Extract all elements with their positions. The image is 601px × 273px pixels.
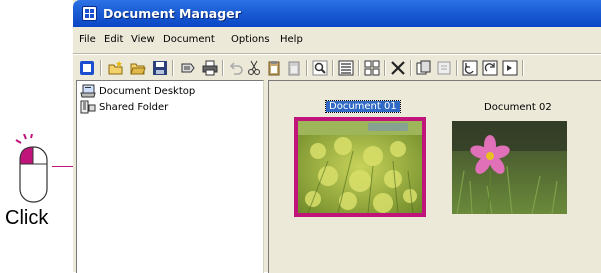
- pink-cosmos-flower-image: [452, 121, 567, 214]
- toolbar-separator: [522, 60, 524, 76]
- menu-options[interactable]: Options: [231, 34, 270, 45]
- search-icon[interactable]: [310, 58, 330, 78]
- toolbar-separator: [222, 60, 224, 76]
- copy-icon[interactable]: [264, 58, 284, 78]
- tree-item-document-desktop[interactable]: Document Desktop: [80, 83, 195, 99]
- list-view-icon[interactable]: [336, 58, 356, 78]
- toolbar-separator: [306, 60, 308, 76]
- paste-icon[interactable]: [284, 58, 304, 78]
- duplicate-icon[interactable]: [414, 58, 434, 78]
- shared-folder-icon: [80, 100, 96, 114]
- save-icon[interactable]: [150, 58, 170, 78]
- menu-bar: File Edit View Document Options Help: [73, 32, 601, 50]
- toolbar-separator: [410, 60, 412, 76]
- properties-icon[interactable]: [434, 58, 454, 78]
- click-annotation: Click: [5, 207, 49, 229]
- document-label-selected[interactable]: Document 01: [325, 100, 401, 113]
- menu-view[interactable]: View: [131, 34, 155, 45]
- app-icon-button[interactable]: [77, 58, 97, 78]
- toolbar: [73, 56, 601, 82]
- rotate-right-icon[interactable]: [480, 58, 500, 78]
- print-icon[interactable]: [200, 58, 220, 78]
- title-bar[interactable]: Document Manager: [73, 0, 601, 27]
- toolbar-separator: [100, 60, 102, 76]
- open-folder-icon[interactable]: [128, 58, 148, 78]
- menu-edit[interactable]: Edit: [104, 34, 123, 45]
- folder-tree: Document Desktop Shared Folder: [76, 80, 264, 273]
- toolbar-separator: [172, 60, 174, 76]
- menu-help[interactable]: Help: [280, 34, 303, 45]
- app-icon[interactable]: [82, 6, 97, 21]
- document-manager-window: Document Manager File Edit View Document…: [73, 0, 601, 273]
- toolbar-separator: [358, 60, 360, 76]
- export-icon[interactable]: [500, 58, 520, 78]
- menu-separator: [73, 53, 601, 55]
- toolbar-separator: [456, 60, 458, 76]
- thumbnail-view-icon[interactable]: [362, 58, 382, 78]
- mouse-click-icon: [15, 134, 48, 203]
- undo-icon[interactable]: [226, 58, 246, 78]
- cut-icon[interactable]: [244, 58, 264, 78]
- menu-document[interactable]: Document: [163, 34, 215, 45]
- new-folder-icon[interactable]: [106, 58, 126, 78]
- toolbar-separator: [384, 60, 386, 76]
- menu-file[interactable]: File: [79, 34, 96, 45]
- delete-icon[interactable]: [388, 58, 408, 78]
- tree-item-label: Document Desktop: [99, 85, 196, 97]
- yellow-flowers-image: [298, 121, 422, 213]
- document-thumbnail-01[interactable]: [294, 117, 426, 217]
- document-thumbnail-02[interactable]: [452, 121, 567, 214]
- toolbar-separator: [332, 60, 334, 76]
- tree-item-label: Shared Folder: [99, 101, 169, 113]
- document-label[interactable]: Document 02: [484, 102, 552, 113]
- rotate-left-icon[interactable]: [460, 58, 480, 78]
- document-view: Document 01 Document 02: [268, 80, 601, 273]
- send-icon[interactable]: [178, 58, 198, 78]
- window-title: Document Manager: [103, 6, 241, 21]
- tree-item-shared-folder[interactable]: Shared Folder: [80, 99, 168, 115]
- desktop-icon: [80, 84, 96, 98]
